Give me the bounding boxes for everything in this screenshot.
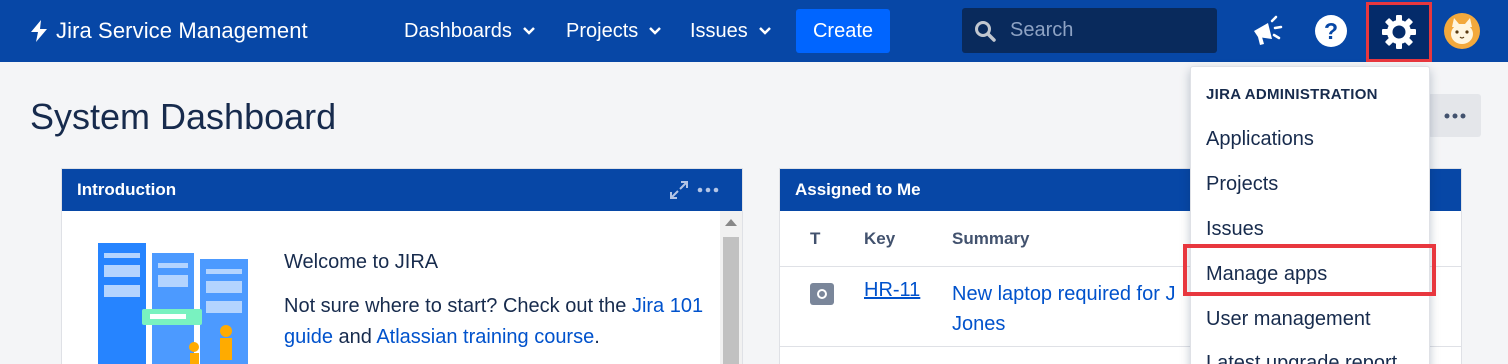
- help-button[interactable]: ?: [1310, 10, 1352, 52]
- nav-dashboards-label: Dashboards: [404, 19, 512, 42]
- atlassian-training-link[interactable]: Atlassian training course: [376, 326, 594, 348]
- getting-started-prefix: Not sure where to start? Check out the: [284, 295, 632, 317]
- search-box[interactable]: [962, 8, 1217, 53]
- period-text: .: [594, 326, 600, 348]
- issue-key-link[interactable]: HR-11: [864, 279, 920, 302]
- menu-item-user-management[interactable]: User management: [1206, 308, 1371, 331]
- nav-issues-label: Issues: [690, 19, 748, 42]
- nav-projects-label: Projects: [566, 19, 639, 42]
- gadget-title: Introduction: [77, 180, 177, 199]
- chevron-down-icon: [758, 27, 771, 35]
- search-icon: [975, 20, 996, 42]
- user-avatar[interactable]: [1444, 13, 1480, 49]
- logo-text: Jira Service Management: [56, 18, 308, 43]
- admin-menu-heading: JIRA ADMINISTRATION: [1206, 86, 1378, 103]
- app-logo[interactable]: Jira Service Management: [30, 14, 308, 48]
- nav-projects[interactable]: Projects: [566, 16, 662, 46]
- column-header-summary[interactable]: Summary: [952, 229, 1029, 249]
- scroll-up-arrow-icon[interactable]: [725, 219, 737, 226]
- introduction-body: Welcome to JIRA Not sure where to start?…: [62, 211, 742, 364]
- menu-item-latest-upgrade-report[interactable]: Latest upgrade report: [1206, 352, 1397, 364]
- chevron-down-icon: [522, 27, 535, 35]
- gear-icon: [1382, 15, 1416, 49]
- introduction-gadget: Introduction Welcome to JIRA Not sure wh…: [61, 168, 743, 364]
- menu-item-projects[interactable]: Projects: [1206, 173, 1278, 196]
- gadget-scrollbar[interactable]: [720, 211, 742, 364]
- nav-issues[interactable]: Issues: [690, 16, 772, 46]
- more-actions-button[interactable]: [1428, 94, 1481, 137]
- page-title: System Dashboard: [30, 96, 337, 137]
- megaphone-icon: [1254, 15, 1283, 45]
- gadget-title: Assigned to Me: [795, 180, 921, 199]
- scroll-thumb[interactable]: [723, 237, 739, 364]
- create-button[interactable]: Create: [796, 9, 890, 53]
- settings-button[interactable]: [1366, 2, 1432, 62]
- notifications-button[interactable]: [1246, 10, 1288, 52]
- issue-summary-link[interactable]: New laptop required for J Jones: [952, 279, 1202, 339]
- gadget-header: Introduction: [62, 169, 742, 211]
- manage-apps-highlight: [1183, 244, 1436, 296]
- dashboard-illustration: [98, 243, 248, 364]
- getting-started-text: Not sure where to start? Check out the J…: [284, 291, 704, 353]
- column-header-key[interactable]: Key: [864, 229, 895, 249]
- help-icon: ?: [1315, 15, 1347, 47]
- nav-dashboards[interactable]: Dashboards: [404, 16, 536, 46]
- maximize-icon[interactable]: [668, 179, 690, 201]
- svg-text:?: ?: [1324, 18, 1338, 44]
- column-header-type[interactable]: T: [810, 229, 820, 249]
- welcome-text: Welcome to JIRA: [284, 251, 439, 273]
- and-text: and: [332, 326, 377, 348]
- lightning-bolt-icon: [31, 20, 47, 42]
- menu-item-issues[interactable]: Issues: [1206, 218, 1264, 241]
- issue-type-icon: [810, 283, 834, 305]
- search-input[interactable]: [1010, 19, 1200, 42]
- top-navigation: Jira Service Management Dashboards Proje…: [0, 0, 1508, 62]
- more-horizontal-icon[interactable]: [696, 181, 720, 199]
- chevron-down-icon: [649, 27, 662, 35]
- admin-dropdown-menu: JIRA ADMINISTRATION Applications Project…: [1190, 66, 1430, 364]
- more-horizontal-icon: [1444, 113, 1465, 118]
- menu-item-applications[interactable]: Applications: [1206, 128, 1314, 151]
- cat-avatar-icon: [1451, 18, 1473, 44]
